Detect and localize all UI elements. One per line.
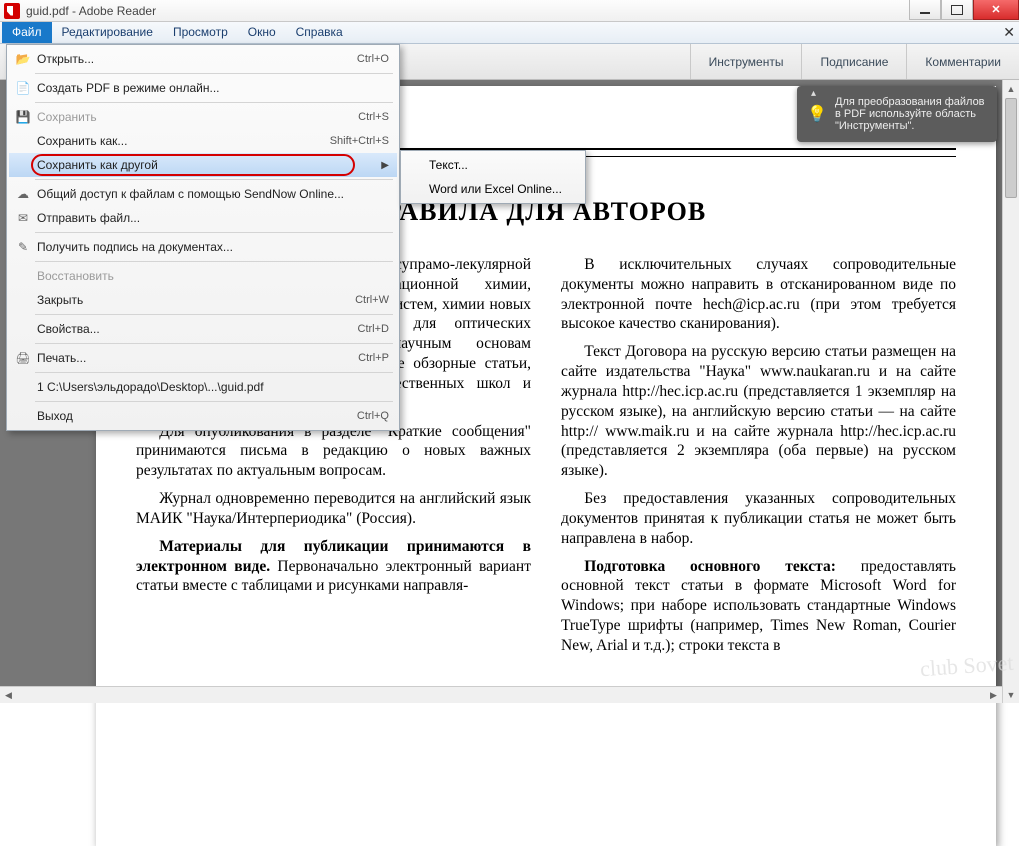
scroll-left-icon[interactable]: ◀ xyxy=(0,687,17,703)
menu-item-label: Создать PDF в режиме онлайн... xyxy=(33,81,389,95)
scroll-right-icon[interactable]: ▶ xyxy=(985,687,1002,703)
menu-item-label: Свойства... xyxy=(33,322,358,336)
menu-item[interactable]: 1 C:\Users\эльдорадо\Desktop\...\guid.pd… xyxy=(9,375,397,399)
paragraph: В исключительных случаях сопроводительны… xyxy=(561,255,956,334)
menubar: Файл Редактирование Просмотр Окно Справк… xyxy=(0,22,1019,44)
scroll-up-icon[interactable]: ▲ xyxy=(1003,80,1019,97)
menu-item[interactable]: Свойства...Ctrl+D xyxy=(9,317,397,341)
save-as-other-submenu: Текст...Word или Excel Online... xyxy=(400,150,586,204)
scroll-down-icon[interactable]: ▼ xyxy=(1003,686,1019,703)
menu-item-shortcut: Ctrl+Q xyxy=(357,410,389,422)
menu-item-label: Выход xyxy=(33,409,357,423)
menu-item-shortcut: Ctrl+S xyxy=(358,111,389,123)
panel-sign[interactable]: Подписание xyxy=(801,44,906,79)
bold-text: Подготовка основного текста: xyxy=(584,558,836,575)
menu-item-shortcut: Shift+Ctrl+S xyxy=(330,135,389,147)
window-controls xyxy=(909,0,1019,20)
menu-item[interactable]: ☁Общий доступ к файлам с помощью SendNow… xyxy=(9,182,397,206)
titlebar: guid.pdf - Adobe Reader xyxy=(0,0,1019,22)
menu-item: Восстановить xyxy=(9,264,397,288)
hint-tooltip: ▴ 💡 Для преобразования файлов в PDF испо… xyxy=(797,86,997,142)
menu-item-icon: ☁ xyxy=(13,187,33,201)
menu-item-label: Восстановить xyxy=(33,269,389,283)
chevron-right-icon: ▶ xyxy=(381,160,389,171)
menu-edit[interactable]: Редактирование xyxy=(52,22,163,43)
menu-item[interactable]: ВыходCtrl+Q xyxy=(9,404,397,428)
menu-item[interactable]: ЗакрытьCtrl+W xyxy=(9,288,397,312)
menu-item: 💾СохранитьCtrl+S xyxy=(9,105,397,129)
menu-item-icon: 💾 xyxy=(13,110,33,124)
column-right: В исключительных случаях сопроводительны… xyxy=(561,255,956,664)
panel-comments[interactable]: Комментарии xyxy=(906,44,1019,79)
menu-view[interactable]: Просмотр xyxy=(163,22,238,43)
submenu-item[interactable]: Текст... xyxy=(403,153,583,177)
menu-item-shortcut: Ctrl+D xyxy=(358,323,389,335)
paragraph: Журнал одновременно переводится на англи… xyxy=(136,489,531,529)
menu-item-label: Открыть... xyxy=(33,52,357,66)
scroll-thumb[interactable] xyxy=(1005,98,1017,198)
menu-item-label: 1 C:\Users\эльдорадо\Desktop\...\guid.pd… xyxy=(33,380,389,394)
menu-help[interactable]: Справка xyxy=(286,22,353,43)
paragraph: Подготовка основного текста: предоставля… xyxy=(561,557,956,656)
menu-item-icon: 📄 xyxy=(13,81,33,95)
paragraph: Без предоставления указанных сопроводите… xyxy=(561,489,956,548)
menu-item-label: Сохранить xyxy=(33,110,358,124)
paragraph: Материалы для публикации принимаются в э… xyxy=(136,537,531,596)
menu-item-label: Получить подпись на документах... xyxy=(33,240,389,254)
menu-item-icon: ✉ xyxy=(13,211,33,225)
menu-item-shortcut: Ctrl+O xyxy=(357,53,389,65)
tooltip-text: Для преобразования файлов в PDF использу… xyxy=(835,96,985,132)
window-title: guid.pdf - Adobe Reader xyxy=(26,4,156,18)
menu-item-icon: 📂 xyxy=(13,52,33,66)
submenu-item[interactable]: Word или Excel Online... xyxy=(403,177,583,201)
minimize-button[interactable] xyxy=(909,0,941,20)
menu-file[interactable]: Файл xyxy=(2,22,52,43)
menu-window[interactable]: Окно xyxy=(238,22,286,43)
menu-item-shortcut: Ctrl+W xyxy=(355,294,389,306)
chevron-up-icon: ▴ xyxy=(811,88,816,99)
menu-item-label: Печать... xyxy=(33,351,358,365)
horizontal-scrollbar[interactable]: ◀ ▶ xyxy=(0,686,1002,703)
menu-item-icon: 🖨 xyxy=(13,351,33,365)
lightbulb-icon: 💡 xyxy=(807,104,827,124)
menu-item-label: Закрыть xyxy=(33,293,355,307)
adobe-reader-icon xyxy=(4,3,20,19)
right-panels: Инструменты Подписание Комментарии xyxy=(690,44,1019,79)
vertical-scrollbar[interactable]: ▲ ▼ xyxy=(1002,80,1019,703)
menu-item[interactable]: 📂Открыть...Ctrl+O xyxy=(9,47,397,71)
menu-item[interactable]: ✉Отправить файл... xyxy=(9,206,397,230)
menu-item-label: Сохранить как... xyxy=(33,134,330,148)
paragraph: Текст Договора на русскую версию статьи … xyxy=(561,342,956,481)
menu-item-shortcut: Ctrl+P xyxy=(358,352,389,364)
menu-item-label: Отправить файл... xyxy=(33,211,389,225)
menu-item-label: Общий доступ к файлам с помощью SendNow … xyxy=(33,187,389,201)
menu-item[interactable]: 🖨Печать...Ctrl+P xyxy=(9,346,397,370)
maximize-button[interactable] xyxy=(941,0,973,20)
panel-tools[interactable]: Инструменты xyxy=(690,44,802,79)
menu-item-icon: ✎ xyxy=(13,240,33,254)
menu-item[interactable]: Сохранить как...Shift+Ctrl+S xyxy=(9,129,397,153)
menu-item[interactable]: Сохранить как другой ▶ xyxy=(9,153,397,177)
close-button[interactable] xyxy=(973,0,1019,20)
close-document-button[interactable]: ✕ xyxy=(1003,24,1015,41)
menu-item-label: Сохранить как другой xyxy=(33,158,375,172)
menu-item[interactable]: ✎Получить подпись на документах... xyxy=(9,235,397,259)
file-menu-dropdown: 📂Открыть...Ctrl+O 📄Создать PDF в режиме о… xyxy=(6,44,400,431)
menu-item[interactable]: 📄Создать PDF в режиме онлайн... xyxy=(9,76,397,100)
